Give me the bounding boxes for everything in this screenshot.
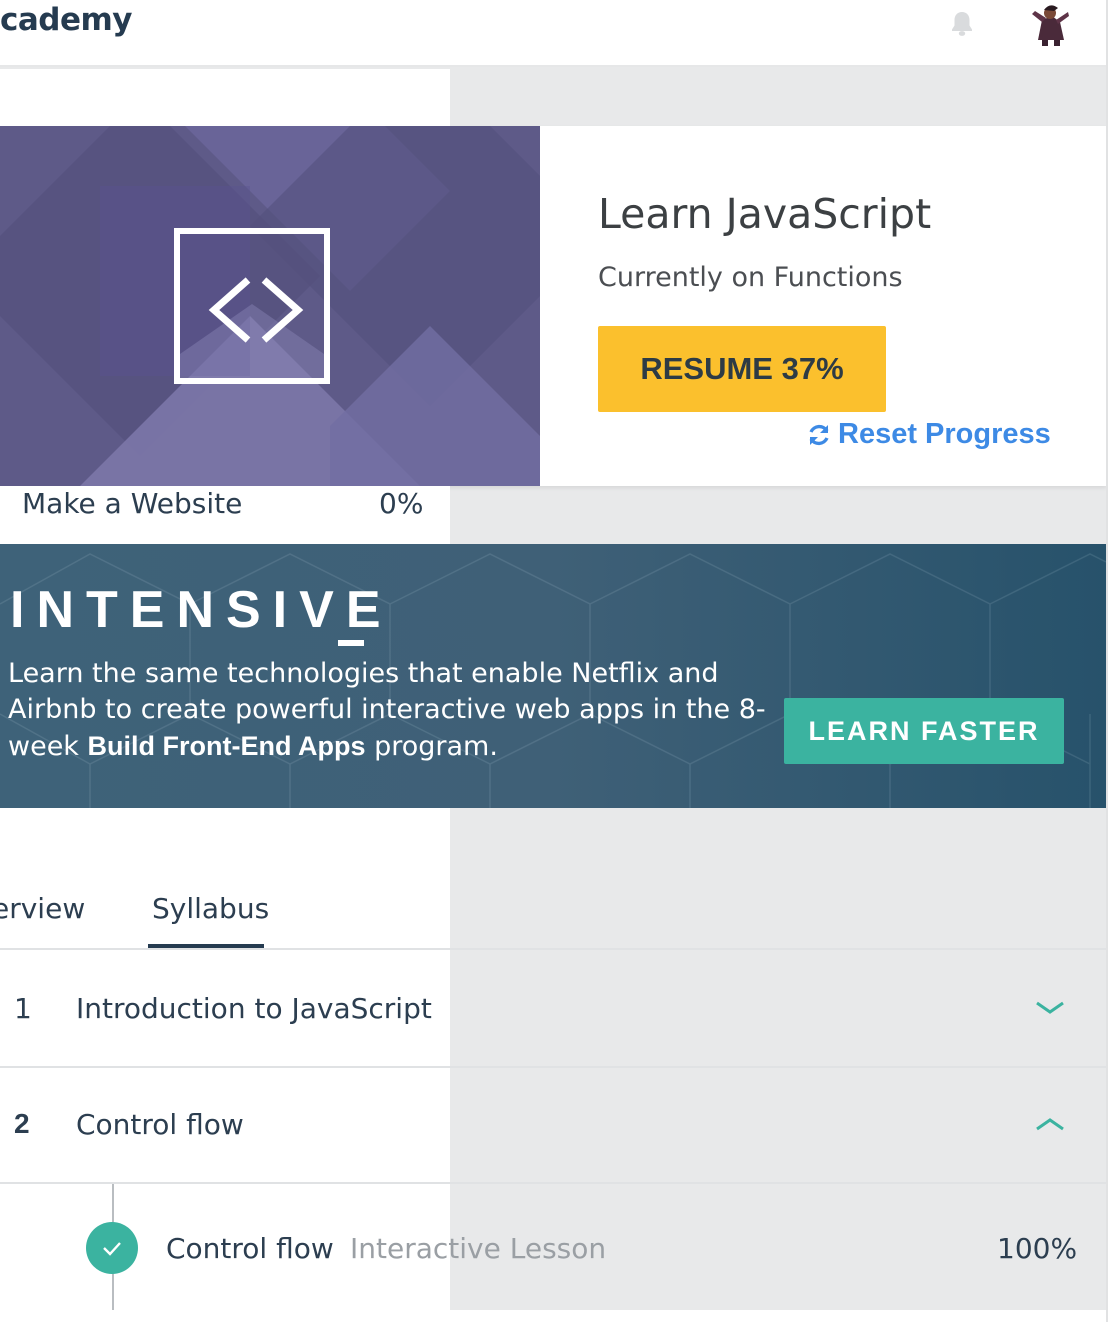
bottom-strip [0,1310,1106,1322]
unit-title[interactable]: Introduction to JavaScript [76,992,432,1025]
program-name: Build Front-End Apps [87,731,366,761]
chevron-up-icon[interactable] [1034,1114,1066,1134]
bell-icon[interactable] [946,8,978,40]
intensive-title: INTENSIVE [10,581,393,639]
top-header [0,0,1106,67]
lesson-type: Interactive Lesson [350,1232,607,1265]
unit-title[interactable]: Control flow [76,1108,244,1141]
lesson-progress: 100% [997,1232,1078,1265]
check-icon [86,1222,138,1274]
course-row-progress: 0% [379,487,424,520]
avatar-icon[interactable] [1024,2,1072,46]
resume-button[interactable]: RESUME 37% [598,326,886,412]
unit-number: 1 [14,992,32,1025]
codecademy-logo[interactable]: cademy [0,2,133,38]
description-end: program. [365,731,498,762]
course-title: Learn JavaScript [598,190,932,238]
tabs-area [0,808,450,950]
code-brackets-icon [174,228,330,384]
intensive-description: Learn the same technologies that enable … [8,656,768,765]
course-row-title[interactable]: Make a Website [22,487,242,520]
reset-progress-link[interactable]: Reset Progress [806,418,1051,451]
unit-number: 2 [14,1108,30,1139]
refresh-icon [809,424,829,445]
tab-syllabus[interactable]: Syllabus [152,892,269,925]
page-edge-border [1106,0,1108,1322]
course-current-unit: Currently on Functions [598,262,903,293]
chevron-down-icon[interactable] [1034,998,1066,1018]
lesson-title[interactable]: Control flow [166,1232,334,1265]
reset-progress-label: Reset Progress [838,418,1051,450]
tab-overview[interactable]: erview [0,892,85,925]
left-column-spacer [0,69,450,126]
title-underline [338,640,364,646]
learn-faster-button[interactable]: LEARN FASTER [784,698,1064,764]
